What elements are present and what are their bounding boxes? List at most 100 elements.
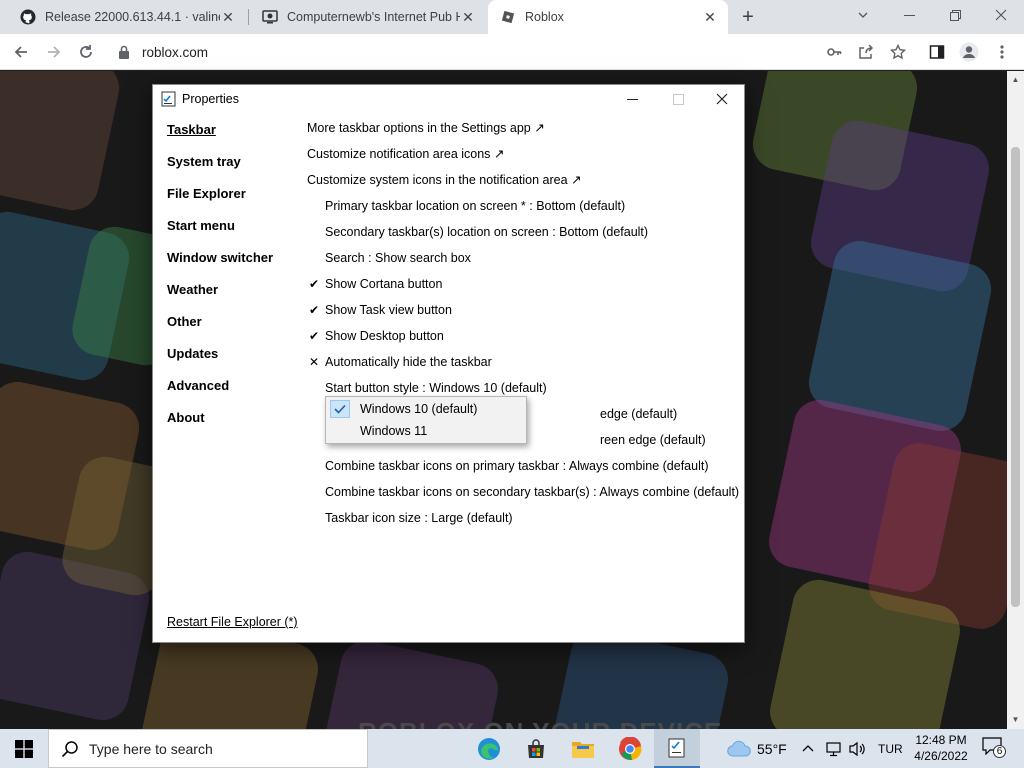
scroll-up-arrow-icon[interactable]: ▲ — [1011, 75, 1020, 84]
share-icon[interactable] — [853, 39, 879, 65]
edge-taskbar-icon[interactable] — [466, 729, 512, 768]
profile-avatar-icon[interactable] — [956, 39, 982, 65]
option-taskbar-icon-size[interactable]: Taskbar icon size : Large (default) — [325, 507, 513, 529]
key-icon[interactable] — [821, 39, 847, 65]
minimize-button[interactable] — [886, 0, 932, 30]
close-icon[interactable]: ✕ — [460, 9, 476, 25]
properties-close-button[interactable] — [699, 85, 745, 113]
sidebar-item-weather[interactable]: Weather — [167, 279, 297, 311]
option-combine-secondary[interactable]: Combine taskbar icons on secondary taskb… — [325, 481, 739, 503]
tab-computernewb[interactable]: Computernewb's Internet Pub Hub ✕ — [250, 0, 486, 34]
properties-sidebar: Taskbar System tray File Explorer Start … — [167, 119, 297, 439]
sidebar-item-taskbar[interactable]: Taskbar — [167, 119, 297, 151]
browser-tab-strip: Release 22000.613.44.1 · valinet/​Explor… — [0, 0, 1024, 34]
sidebar-item-file-explorer[interactable]: File Explorer — [167, 183, 297, 215]
weather-widget[interactable]: 55°F — [726, 729, 787, 768]
taskbar-search-box[interactable]: Type here to search — [48, 729, 368, 768]
chrome-taskbar-icon[interactable] — [607, 729, 653, 768]
start-button-style-menu: Windows 10 (default) Windows 11 — [325, 396, 527, 444]
option-show-desktop[interactable]: ✔ Show Desktop button — [307, 325, 444, 347]
cloud-icon — [727, 740, 751, 757]
cross-icon: ✕ — [308, 355, 320, 369]
game-tile — [0, 71, 124, 215]
option-show-cortana[interactable]: ✔ Show Cortana button — [307, 273, 442, 295]
volume-icon[interactable] — [849, 729, 866, 768]
search-placeholder: Type here to search — [89, 740, 213, 757]
option-secondary-taskbar-location[interactable]: Secondary taskbar(s) location on screen … — [325, 221, 648, 243]
properties-window: Properties Taskbar System tray File Expl… — [152, 84, 745, 643]
link-notification-area-icons[interactable]: Customize notification area icons ↗ — [307, 143, 504, 165]
scrollbar-thumb[interactable] — [1011, 147, 1020, 607]
restart-file-explorer-link[interactable]: Restart File Explorer (*) — [167, 615, 298, 629]
game-tile — [317, 635, 503, 729]
taskbar-clock[interactable]: 12:48 PM 4/26/2022 — [910, 732, 972, 764]
clock-date: 4/26/2022 — [914, 749, 968, 763]
tab-search-chevron-icon[interactable] — [840, 0, 886, 30]
network-icon[interactable] — [826, 729, 842, 768]
checkmark-icon — [330, 400, 350, 418]
sidebar-item-about[interactable]: About — [167, 407, 297, 439]
sidebar-item-other[interactable]: Other — [167, 311, 297, 343]
file-explorer-taskbar-icon[interactable] — [560, 729, 606, 768]
start-button[interactable] — [0, 729, 48, 768]
option-combine-primary[interactable]: Combine taskbar icons on primary taskbar… — [325, 455, 709, 477]
checkmark-icon: ✔ — [308, 329, 320, 343]
tab-separator — [248, 9, 249, 25]
properties-title: Properties — [182, 92, 239, 106]
computernewb-icon — [262, 9, 278, 25]
url-text: roblox.com — [142, 44, 209, 60]
tab-explorerpatcher-release[interactable]: Release 22000.613.44.1 · valinet/​Explor… — [8, 0, 246, 34]
close-window-button[interactable] — [978, 0, 1024, 30]
page-scrollbar[interactable]: ▲ ▼ — [1007, 71, 1024, 729]
microsoft-store-taskbar-icon[interactable] — [513, 729, 559, 768]
sidebar-item-advanced[interactable]: Advanced — [167, 375, 297, 407]
properties-minimize-button[interactable] — [609, 85, 655, 113]
clock-time: 12:48 PM — [915, 733, 967, 747]
option-partially-hidden-2[interactable]: reen edge (default) — [600, 429, 706, 451]
new-tab-button[interactable]: + — [736, 5, 760, 29]
roblox-icon — [500, 9, 516, 25]
scroll-down-arrow-icon[interactable]: ▼ — [1011, 715, 1020, 724]
weather-temperature: 55°F — [757, 740, 787, 757]
link-system-icons[interactable]: Customize system icons in the notificati… — [307, 169, 581, 191]
page-heading: ROBLOX ON YOUR DEVICE — [358, 717, 722, 729]
sidebar-item-system-tray[interactable]: System tray — [167, 151, 297, 183]
properties-taskbar-icon[interactable] — [654, 729, 700, 768]
search-icon — [61, 740, 79, 758]
input-language-indicator[interactable]: TUR — [878, 729, 903, 768]
back-button[interactable] — [8, 39, 34, 65]
option-auto-hide-taskbar[interactable]: ✕ Automatically hide the taskbar — [307, 351, 492, 373]
tab-title: Roblox — [525, 10, 564, 24]
menu-item-label: Windows 10 (default) — [360, 402, 478, 416]
checkmark-icon: ✔ — [308, 277, 320, 291]
menu-item-windows-11[interactable]: Windows 11 — [327, 420, 525, 442]
link-settings-app[interactable]: More taskbar options in the Settings app… — [307, 117, 545, 139]
option-label: Show Task view button — [325, 303, 452, 317]
option-partially-hidden-1[interactable]: edge (default) — [600, 403, 677, 425]
tab-title: Computernewb's Internet Pub Hub — [287, 10, 460, 24]
bookmark-star-icon[interactable] — [885, 39, 911, 65]
show-hidden-icons-button[interactable] — [802, 729, 814, 768]
reload-button[interactable] — [73, 39, 99, 65]
option-label: Show Cortana button — [325, 277, 443, 291]
close-icon[interactable]: ✕ — [220, 9, 236, 25]
lock-icon[interactable] — [116, 44, 132, 60]
sidebar-item-updates[interactable]: Updates — [167, 343, 297, 375]
properties-maximize-button[interactable] — [655, 85, 701, 113]
restore-button[interactable] — [932, 0, 978, 30]
side-panel-icon[interactable] — [924, 39, 950, 65]
option-label: Show Desktop button — [325, 329, 444, 343]
option-show-task-view[interactable]: ✔ Show Task view button — [307, 299, 452, 321]
notification-center-button[interactable]: 6 — [982, 737, 1008, 761]
tab-title: Release 22000.613.44.1 · valinet/​Explor… — [45, 10, 220, 24]
menu-item-windows-10[interactable]: Windows 10 (default) — [327, 398, 525, 420]
tab-roblox[interactable]: Roblox ✕ — [488, 0, 728, 34]
menu-kebab-icon[interactable] — [989, 39, 1015, 65]
sidebar-item-window-switcher[interactable]: Window switcher — [167, 247, 297, 279]
option-search[interactable]: Search : Show search box — [325, 247, 471, 269]
sidebar-item-start-menu[interactable]: Start menu — [167, 215, 297, 247]
close-icon[interactable]: ✕ — [702, 9, 718, 25]
option-primary-taskbar-location[interactable]: Primary taskbar location on screen * : B… — [325, 195, 625, 217]
address-bar[interactable]: roblox.com — [110, 38, 810, 66]
forward-button[interactable] — [41, 39, 67, 65]
